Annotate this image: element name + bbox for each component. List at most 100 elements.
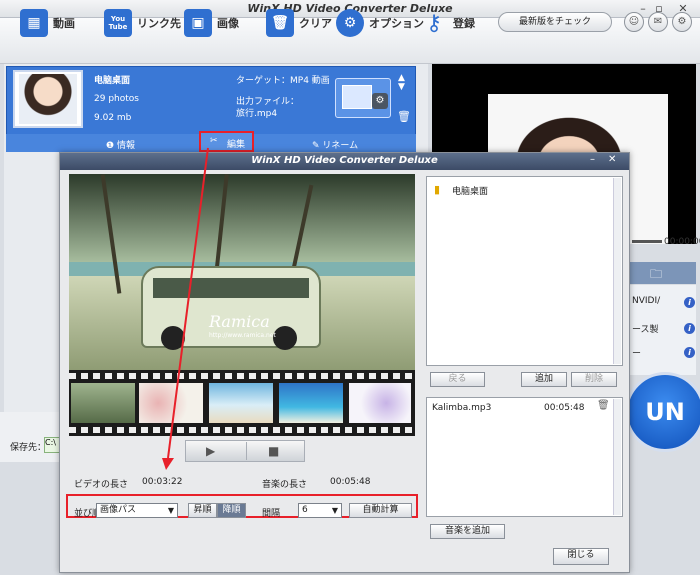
right-tabs: 🗀 bbox=[630, 262, 696, 284]
music-length-label: 音楽の長さ bbox=[262, 480, 308, 490]
film-plus-icon: ▦ bbox=[20, 9, 48, 37]
gear-icon: ⚙ bbox=[372, 93, 388, 109]
clapper-icon bbox=[342, 85, 372, 109]
key-icon: ⚷ bbox=[425, 10, 443, 36]
dialog-title: WinX HD Video Converter Deluxe bbox=[251, 155, 438, 166]
thumbnail-photo bbox=[19, 74, 77, 124]
info-button[interactable]: ❶ 情報 bbox=[106, 138, 135, 151]
preview-time: 00:00:00 bbox=[664, 237, 700, 247]
music-file-duration: 00:05:48 bbox=[544, 403, 585, 413]
music-file-name[interactable]: Kalimba.mp3 bbox=[432, 403, 491, 413]
info-label: 情報 bbox=[116, 141, 135, 151]
delete-music-icon[interactable]: 🗑 bbox=[597, 400, 610, 411]
save-to-label: 保存先： bbox=[10, 443, 47, 453]
folder-tab-icon[interactable]: 🗀 bbox=[650, 265, 662, 286]
nvidia-option[interactable]: NVIDI/ bbox=[632, 296, 660, 306]
run-button[interactable]: UN bbox=[625, 372, 700, 452]
video-length-label: ビデオの長さ bbox=[74, 480, 129, 490]
rename-button[interactable]: ✎ リネーム bbox=[312, 138, 358, 151]
youtube-url-button[interactable]: You Tube リンク先 bbox=[104, 6, 181, 40]
interval-select-value: 6 bbox=[302, 505, 308, 515]
rename-icon: ✎ bbox=[312, 141, 323, 151]
chevron-down-icon: ▼ bbox=[331, 506, 338, 515]
add-photo-button[interactable]: ▣ 画像 bbox=[184, 6, 239, 40]
ascending-button[interactable]: 昇順 bbox=[188, 503, 217, 518]
player-controls: ▶ ■ bbox=[185, 440, 305, 462]
music-scrollbar[interactable] bbox=[613, 399, 621, 515]
play-icon[interactable]: ▶ bbox=[206, 444, 215, 458]
filmstrip-thumb-1[interactable] bbox=[71, 383, 135, 423]
options-button[interactable]: ⚙ オプション bbox=[336, 6, 424, 40]
file-size: 9.02 mb bbox=[94, 113, 132, 123]
folder-icon: ▮ bbox=[434, 183, 441, 196]
youtube-icon: You Tube bbox=[104, 9, 132, 37]
convert-format-icon[interactable]: ⚙ bbox=[335, 78, 391, 118]
sky bbox=[69, 174, 415, 264]
filmstrip-thumb-4[interactable] bbox=[279, 383, 343, 423]
film-perforations-bottom bbox=[69, 427, 415, 433]
add-music-button[interactable]: 音楽を追加 bbox=[430, 524, 505, 539]
rename-label: リネーム bbox=[322, 141, 359, 151]
van-windows bbox=[153, 278, 309, 298]
filmstrip-thumb-2[interactable] bbox=[139, 383, 203, 423]
interval-select[interactable]: 6 ▼ bbox=[298, 503, 342, 518]
photo-count: 29 photos bbox=[94, 94, 139, 104]
add-video-label: 動画 bbox=[53, 17, 75, 30]
edit-label: 編集 bbox=[227, 140, 246, 150]
folder-scrollbar[interactable] bbox=[613, 178, 621, 364]
nvidia-info-icon[interactable]: i bbox=[684, 297, 695, 308]
mail-icon[interactable]: ✉ bbox=[648, 12, 668, 32]
dialog-close-button[interactable]: ✕ bbox=[608, 154, 616, 165]
add-button[interactable]: 追加 bbox=[521, 372, 567, 387]
close-dialog-button[interactable]: 閉じる bbox=[553, 548, 609, 565]
van-wheel bbox=[273, 326, 297, 350]
third-info-icon[interactable]: i bbox=[684, 347, 695, 358]
interval-label: 間隔 bbox=[262, 509, 281, 519]
options-label: オプション bbox=[369, 17, 424, 30]
third-option[interactable]: ー bbox=[632, 346, 641, 359]
van-wheel bbox=[161, 326, 185, 350]
folder-name[interactable]: 电脑桌面 bbox=[452, 184, 488, 197]
quality-info-icon[interactable]: i bbox=[684, 323, 695, 334]
register-button[interactable]: ⚷ 登録 bbox=[420, 6, 475, 40]
control-divider bbox=[246, 442, 247, 460]
chevron-down-icon: ▼ bbox=[167, 506, 174, 515]
descending-button[interactable]: 降順 bbox=[217, 503, 246, 518]
photo-icon: ▣ bbox=[184, 9, 212, 37]
dialog-minimize-button[interactable]: – bbox=[590, 154, 595, 165]
add-video-button[interactable]: ▦ 動画 bbox=[20, 6, 75, 40]
file-thumbnail bbox=[13, 70, 83, 128]
stop-icon[interactable]: ■ bbox=[268, 444, 279, 458]
filmstrip-thumb-5[interactable] bbox=[349, 383, 411, 423]
clear-label: クリア bbox=[299, 17, 332, 30]
music-length-value: 00:05:48 bbox=[330, 477, 371, 487]
auto-calc-button[interactable]: 自動計算 bbox=[349, 503, 412, 518]
filmstrip-thumb-3[interactable] bbox=[209, 383, 273, 423]
back-button[interactable]: 戻る bbox=[430, 372, 485, 387]
delete-button[interactable]: 削除 bbox=[571, 372, 617, 387]
edit-tab[interactable]: ✂ 編集 bbox=[199, 131, 254, 152]
youtube-url-label: リンク先 bbox=[137, 17, 181, 30]
trash-icon: 🗑 bbox=[266, 9, 294, 37]
target-format: ターゲット：MP4 動画 bbox=[236, 76, 330, 86]
output-file[interactable]: 旅行.mp4 bbox=[236, 106, 277, 119]
account-icon[interactable]: ☺ bbox=[624, 12, 644, 32]
clear-button[interactable]: 🗑 クリア bbox=[266, 6, 332, 40]
music-folder-panel bbox=[426, 176, 623, 366]
register-label: 登録 bbox=[453, 17, 475, 30]
film-perforations-top bbox=[69, 373, 415, 379]
info-icon: ❶ bbox=[106, 141, 117, 151]
settings-icon[interactable]: ⚙ bbox=[672, 12, 692, 32]
delete-item-icon[interactable]: 🗑 bbox=[397, 110, 411, 123]
sort-select-value: 画像パス bbox=[100, 505, 137, 515]
scissors-icon: ✂ bbox=[210, 136, 218, 146]
save-path-field[interactable]: C:\ bbox=[44, 437, 60, 453]
preview-progress[interactable] bbox=[632, 240, 662, 243]
file-name: 电脑桌面 bbox=[94, 76, 131, 86]
sort-select[interactable]: 画像パス ▼ bbox=[96, 503, 178, 518]
watermark-url: http://www.ramica.net bbox=[209, 332, 276, 339]
wrench-icon: ⚙ bbox=[336, 9, 364, 37]
check-update-button[interactable]: 最新版をチェック bbox=[498, 12, 612, 32]
reorder-arrows-icon[interactable]: ▲ ▼ bbox=[398, 74, 405, 92]
quality-option[interactable]: ース製 bbox=[632, 322, 659, 335]
